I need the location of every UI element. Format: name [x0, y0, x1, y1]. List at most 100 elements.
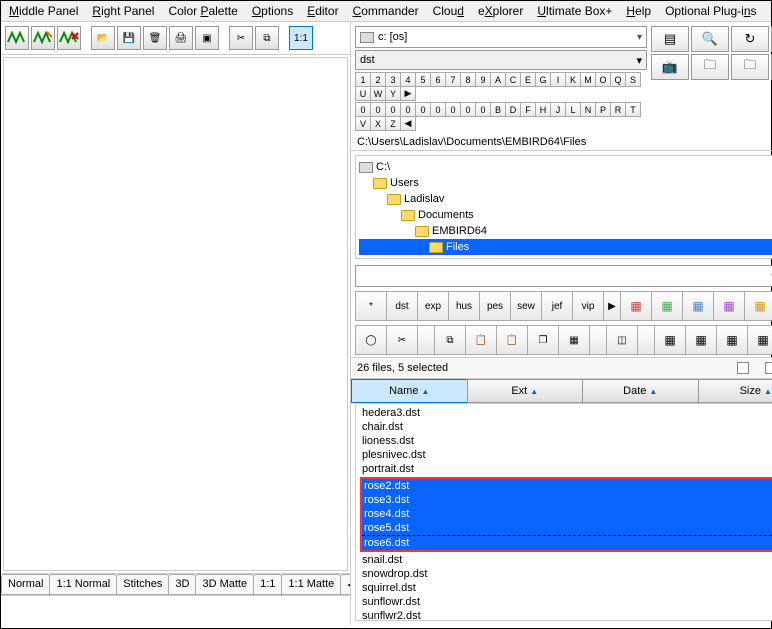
alpha-filter-button[interactable]: G: [535, 72, 551, 87]
alpha-filter-button[interactable]: R: [610, 102, 626, 117]
alpha-filter-button[interactable]: W: [370, 86, 386, 101]
alpha-filter-button[interactable]: A: [490, 72, 506, 87]
overlay-icon[interactable]: ◫: [606, 325, 638, 355]
alpha-filter-button[interactable]: Q: [610, 72, 626, 87]
preview-tab[interactable]: 3D: [168, 574, 196, 595]
tree-item[interactable]: C:\: [359, 159, 772, 175]
view-mode-1[interactable]: ▦: [651, 291, 683, 321]
tree-item[interactable]: Ladislav: [359, 191, 772, 207]
menu-item[interactable]: Help: [626, 4, 651, 18]
alpha-filter-button[interactable]: 3: [385, 72, 401, 87]
menu-item[interactable]: Cloud: [433, 4, 464, 18]
palette-1-icon[interactable]: ▦: [654, 325, 686, 355]
file-item-selected[interactable]: rose4.dst: [362, 507, 772, 521]
menu-item[interactable]: Options: [252, 4, 293, 18]
alpha-filter-button[interactable]: 0: [430, 102, 446, 117]
preview-tab[interactable]: Stitches: [116, 574, 169, 595]
menu-item[interactable]: Optional Plug-ins: [665, 4, 756, 18]
format-button[interactable]: hus: [448, 291, 480, 321]
alpha-filter-button[interactable]: M: [580, 72, 596, 87]
zoom-1-1-icon[interactable]: 1:1: [289, 26, 313, 50]
alpha-filter-button[interactable]: F: [520, 102, 536, 117]
alpha-filter-button[interactable]: Y: [385, 86, 401, 101]
alpha-filter-button[interactable]: V: [355, 116, 371, 131]
alpha-filter-button[interactable]: 4: [400, 72, 416, 87]
alpha-filter-button[interactable]: K: [565, 72, 581, 87]
alpha-filter-button[interactable]: I: [550, 72, 566, 87]
format-button[interactable]: pes: [479, 291, 511, 321]
alpha-filter-button[interactable]: N: [580, 102, 596, 117]
alpha-filter-button[interactable]: 1: [355, 72, 371, 87]
file-item[interactable]: lioness.dst: [360, 434, 772, 448]
alpha-filter-button[interactable]: P: [595, 102, 611, 117]
alpha-filter-button[interactable]: H: [535, 102, 551, 117]
alpha-filter-button[interactable]: 0: [385, 102, 401, 117]
format-button[interactable]: sew: [510, 291, 542, 321]
multi-copy-icon[interactable]: ❐: [527, 325, 559, 355]
hoop-icon[interactable]: ◯: [355, 325, 387, 355]
alpha-filter-button[interactable]: 9: [475, 72, 491, 87]
alpha-filter-button[interactable]: X: [370, 116, 386, 131]
file-item[interactable]: hedera3.dst: [360, 406, 772, 420]
alpha-filter-button[interactable]: 2: [370, 72, 386, 87]
alpha-filter-button[interactable]: J: [550, 102, 566, 117]
alpha-filter-button[interactable]: 0: [475, 102, 491, 117]
palette-3-icon[interactable]: ▦: [716, 325, 748, 355]
file-list[interactable]: hedera3.dstchair.dstlioness.dstplesnivec…: [355, 403, 772, 621]
tab-scroll[interactable]: ◂: [340, 574, 350, 595]
file-item[interactable]: snail.dst: [360, 553, 772, 567]
copy-icon[interactable]: ⧉: [434, 325, 466, 355]
cut-icon[interactable]: ✂: [386, 325, 418, 355]
file-item[interactable]: chair.dst: [360, 420, 772, 434]
column-header[interactable]: Date▲: [582, 379, 699, 403]
refresh-icon[interactable]: ↻: [731, 26, 769, 52]
menu-item[interactable]: Editor: [307, 4, 338, 18]
alpha-filter-button[interactable]: 5: [415, 72, 431, 87]
alpha-filter-button[interactable]: Z: [385, 116, 401, 131]
alpha-filter-button[interactable]: 0: [460, 102, 476, 117]
view-mode-0[interactable]: ▦: [620, 291, 652, 321]
alpha-filter-button[interactable]: 0: [370, 102, 386, 117]
file-item[interactable]: sunflwr2.dst: [360, 609, 772, 621]
alpha-filter-button[interactable]: O: [595, 72, 611, 87]
delete-icon[interactable]: 🗑: [143, 26, 167, 50]
print-icon[interactable]: 🖨: [169, 26, 193, 50]
menu-item[interactable]: Color Palette: [168, 4, 237, 18]
tree-item[interactable]: Users: [359, 175, 772, 191]
alpha-filter-button[interactable]: B: [490, 102, 506, 117]
export-icon[interactable]: ▣: [195, 26, 219, 50]
file-item-selected[interactable]: rose6.dst: [362, 536, 772, 550]
format-button[interactable]: *: [355, 291, 387, 321]
file-item-selected[interactable]: rose5.dst: [362, 521, 772, 536]
alpha-filter-button[interactable]: ◀: [400, 116, 416, 131]
wave-button-1[interactable]: [5, 26, 29, 50]
preview-tab[interactable]: 1:1 Normal: [49, 574, 117, 595]
column-header[interactable]: Size▲: [698, 379, 772, 403]
folder-icon[interactable]: 🗀: [691, 54, 729, 80]
format-button[interactable]: exp: [417, 291, 449, 321]
preview-tab[interactable]: 3D Matte: [195, 574, 254, 595]
alpha-filter-button[interactable]: U: [355, 86, 371, 101]
checkbox-1[interactable]: [737, 362, 749, 374]
checkbox-2[interactable]: [765, 362, 772, 374]
device-icon[interactable]: 📺: [651, 54, 689, 80]
alpha-filter-button[interactable]: L: [565, 102, 581, 117]
file-item[interactable]: sunflowr.dst: [360, 595, 772, 609]
column-header[interactable]: Name▲: [351, 379, 468, 403]
alpha-filter-button[interactable]: 7: [445, 72, 461, 87]
wave-button-2[interactable]: [31, 26, 55, 50]
card-icon[interactable]: ▤: [651, 26, 689, 52]
file-item-selected[interactable]: rose2.dst: [362, 479, 772, 493]
tree-item[interactable]: Documents: [359, 207, 772, 223]
menu-item[interactable]: Right Panel: [92, 4, 154, 18]
column-header[interactable]: Ext▲: [467, 379, 584, 403]
copy-icon[interactable]: ⧉: [255, 26, 279, 50]
menu-item[interactable]: Ultimate Box+: [537, 4, 612, 18]
menu-item[interactable]: eXplorer: [478, 4, 523, 18]
alpha-filter-button[interactable]: 8: [460, 72, 476, 87]
alpha-filter-button[interactable]: E: [520, 72, 536, 87]
file-item[interactable]: snowdrop.dst: [360, 567, 772, 581]
filter-input[interactable]: ▾: [355, 265, 772, 287]
folder-tree[interactable]: C:\UsersLadislavDocumentsEMBIRD64Files: [355, 155, 772, 259]
file-item-selected[interactable]: rose3.dst: [362, 493, 772, 507]
